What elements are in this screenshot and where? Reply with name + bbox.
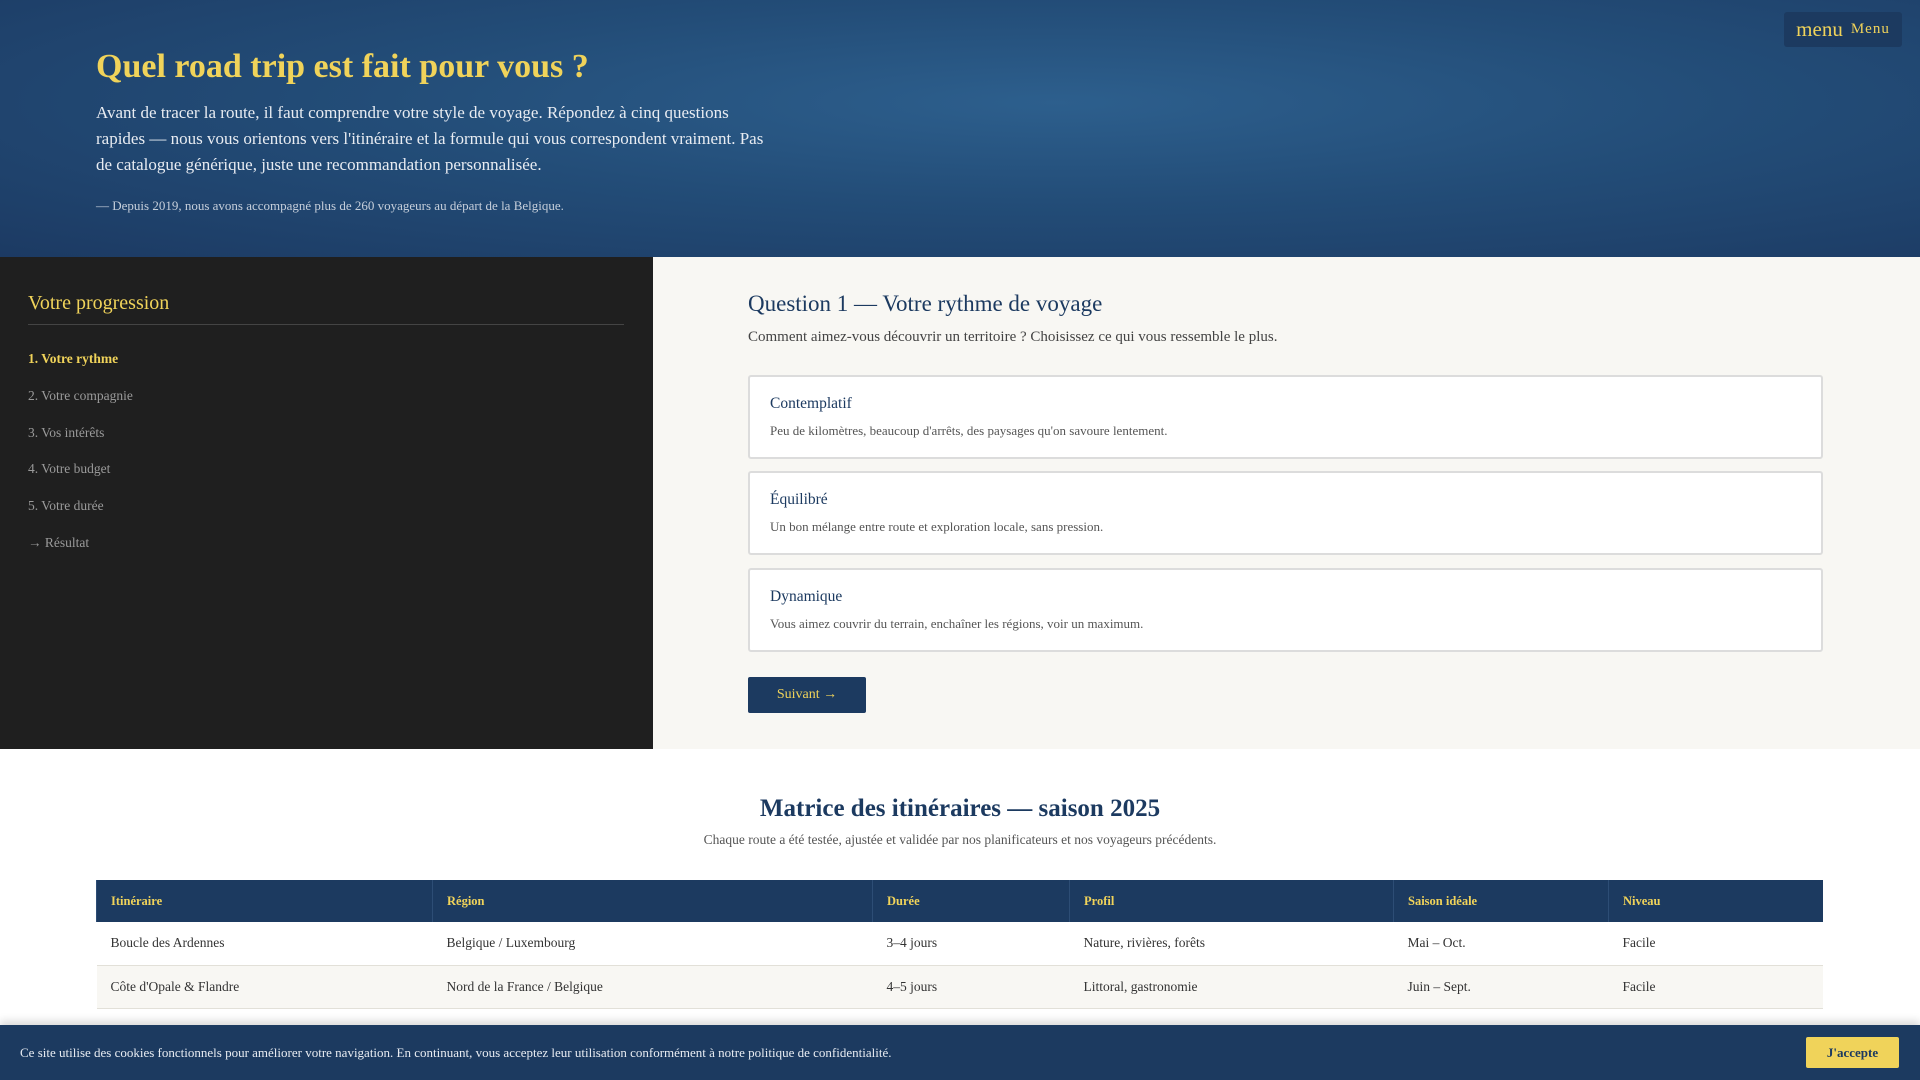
- option-contemplatif[interactable]: Contemplatif Peu de kilomètres, beaucoup…: [748, 375, 1823, 459]
- question-panel: Question 1 — Votre rythme de voyage Comm…: [653, 257, 1920, 749]
- cell: 4–5 jours: [872, 965, 1070, 1009]
- cell: Mai – Oct.: [1393, 922, 1609, 966]
- option-desc: Vous aimez couvrir du terrain, enchaîner…: [770, 616, 1144, 631]
- option-title: Dynamique: [770, 588, 843, 605]
- progress-sidebar: Votre progression 1. Votre rythme 2. Vot…: [0, 257, 653, 749]
- hero-lead: Avant de tracer la route, il faut compre…: [96, 103, 764, 174]
- next-button[interactable]: Suivant →: [748, 677, 866, 713]
- accept-cookies-button[interactable]: J'accepte: [1806, 1037, 1899, 1068]
- col-duree: Durée: [872, 880, 1070, 922]
- matrix-title: Matrice des itinéraires — saison 2025: [759, 795, 1161, 822]
- step-duree[interactable]: 5. Votre durée: [28, 498, 104, 514]
- hero-header: Quel road trip est fait pour vous ? Avan…: [0, 0, 1920, 257]
- matrix-subtitle: Chaque route a été testée, ajustée et va…: [703, 832, 1217, 847]
- cell: Facile: [1608, 922, 1823, 966]
- option-desc: Un bon mélange entre route et exploratio…: [770, 519, 1104, 534]
- menu-button[interactable]: menu Menu: [1784, 12, 1902, 47]
- menu-label: Menu: [1850, 21, 1890, 37]
- cell: Facile: [1608, 965, 1823, 1009]
- option-desc: Peu de kilomètres, beaucoup d'arrêts, de…: [770, 423, 1168, 438]
- table-header-row: Itinéraire Région Durée Profil Saison id…: [96, 880, 1823, 922]
- step-budget[interactable]: 4. Votre budget: [28, 461, 110, 477]
- cell: Nord de la France / Belgique: [432, 965, 873, 1009]
- col-itineraire: Itinéraire: [96, 880, 433, 922]
- option-dynamique[interactable]: Dynamique Vous aimez couvrir du terrain,…: [748, 568, 1823, 652]
- cell: Nature, rivières, forêts: [1069, 922, 1394, 966]
- cell: Juin – Sept.: [1393, 965, 1609, 1009]
- cell: Côte d'Opale & Flandre: [96, 965, 433, 1009]
- step-rythme[interactable]: 1. Votre rythme: [28, 351, 118, 367]
- col-region: Région: [432, 880, 873, 922]
- step-compagnie[interactable]: 2. Votre compagnie: [28, 388, 133, 404]
- hero-note: — Depuis 2019, nous avons accompagné plu…: [96, 198, 564, 213]
- cell: Littoral, gastronomie: [1069, 965, 1394, 1009]
- step-resultat[interactable]: → Résultat: [28, 535, 89, 551]
- cell: 3–4 jours: [872, 922, 1070, 966]
- itinerary-table: Itinéraire Région Durée Profil Saison id…: [96, 880, 1823, 1009]
- table-row: Boucle des Ardennes Belgique / Luxembour…: [96, 922, 1823, 966]
- question-prompt: Comment aimez-vous découvrir un territoi…: [748, 329, 1278, 345]
- option-title: Équilibré: [770, 491, 828, 508]
- sidebar-title: Votre progression: [28, 292, 170, 314]
- page-title: Quel road trip est fait pour vous ?: [96, 48, 589, 85]
- col-profil: Profil: [1069, 880, 1394, 922]
- step-interets[interactable]: 3. Vos intérêts: [28, 425, 104, 441]
- cell: Belgique / Luxembourg: [432, 922, 873, 966]
- question-title: Question 1 — Votre rythme de voyage: [748, 291, 1103, 316]
- option-equilibre[interactable]: Équilibré Un bon mélange entre route et …: [748, 471, 1823, 555]
- cookie-banner: Ce site utilise des cookies fonctionnels…: [0, 1025, 1920, 1080]
- option-title: Contemplatif: [770, 395, 852, 412]
- col-saison: Saison idéale: [1393, 880, 1609, 922]
- menu-icon: menu: [1796, 17, 1843, 41]
- divider: [28, 324, 624, 325]
- cell: Boucle des Ardennes: [96, 922, 433, 966]
- table-row: Côte d'Opale & Flandre Nord de la France…: [96, 965, 1823, 1009]
- cookie-text: Ce site utilise des cookies fonctionnels…: [20, 1045, 892, 1060]
- col-niveau: Niveau: [1608, 880, 1823, 922]
